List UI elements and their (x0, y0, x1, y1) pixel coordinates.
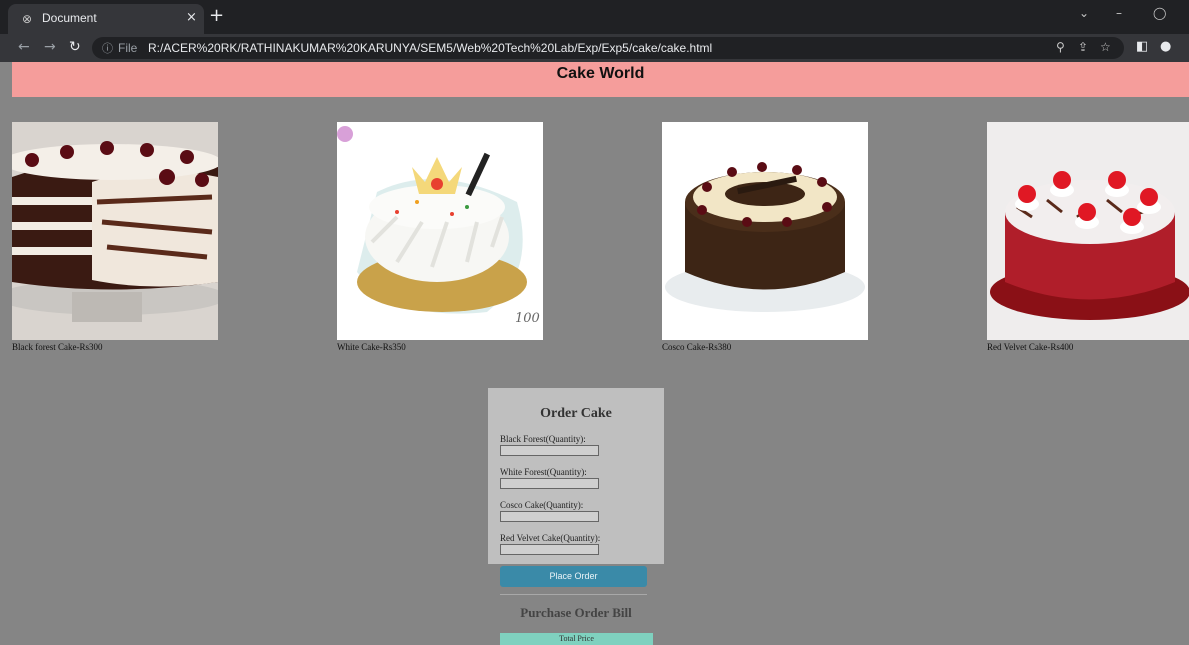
black-forest-cake-image (12, 122, 218, 340)
toolbar: ← → ↻ ⓘ File R:/ACER%20RK/RATHINAKUMAR%2… (0, 34, 1189, 62)
place-order-button[interactable]: Place Order (500, 566, 647, 587)
divider (500, 594, 647, 595)
share-icon[interactable]: ⇪ (1078, 40, 1088, 54)
reload-icon[interactable]: ↻ (69, 39, 81, 55)
back-icon[interactable]: ← (18, 39, 30, 55)
cake-card-red-velvet: Red Velvet Cake-Rs400 (987, 122, 1189, 352)
red-velvet-label: Red Velvet Cake(Quantity): (500, 533, 601, 543)
white-forest-field: White Forest(Quantity): (500, 467, 599, 489)
cake-caption: Red Velvet Cake-Rs400 (987, 342, 1074, 352)
cake-card-white: 100 White Cake-Rs350 (337, 122, 543, 352)
star-icon[interactable]: ☆ (1100, 40, 1111, 54)
page-title: Cake World (556, 65, 645, 82)
cosco-cake-field: Cosco Cake(Quantity): (500, 500, 599, 522)
url-scheme: File (118, 41, 138, 55)
total-price-label: Total Price (500, 633, 653, 645)
cosco-cake-label: Cosco Cake(Quantity): (500, 500, 584, 510)
cake-card-black-forest: Black forest Cake-Rs300 (12, 122, 218, 352)
info-icon[interactable]: ⓘ (102, 40, 113, 56)
chevron-down-icon[interactable]: ⌄ (1079, 6, 1089, 20)
tab-document[interactable]: ⊗ Document × (8, 4, 204, 34)
white-forest-quantity-input[interactable] (500, 478, 599, 489)
new-tab-icon[interactable]: + (209, 5, 224, 26)
white-forest-label: White Forest(Quantity): (500, 467, 587, 477)
cake-caption: Black forest Cake-Rs300 (12, 342, 103, 352)
forward-icon[interactable]: → (44, 39, 56, 55)
side-panel-icon[interactable]: ◧ (1136, 39, 1148, 54)
order-cake-form: Order Cake Black Forest(Quantity): White… (488, 388, 664, 564)
url-text[interactable]: R:/ACER%20RK/RATHINAKUMAR%20KARUNYA/SEM5… (148, 41, 712, 55)
page-body: Cake World Black forest Cake-Rs300 100 W… (6, 62, 1189, 645)
cosco-cake-quantity-input[interactable] (500, 511, 599, 522)
svg-text:100: 100 (515, 311, 540, 326)
red-velvet-field: Red Velvet Cake(Quantity): (500, 533, 600, 555)
cake-caption: Cosco Cake-Rs380 (662, 342, 732, 352)
black-forest-field: Black Forest(Quantity): (500, 434, 599, 456)
white-cake-image: 100 (337, 122, 543, 340)
tab-title: Document (42, 11, 97, 25)
profile-icon[interactable]: ● (1160, 39, 1171, 54)
address-bar[interactable]: ⓘ File R:/ACER%20RK/RATHINAKUMAR%20KARUN… (92, 37, 1124, 59)
red-velvet-quantity-input[interactable] (500, 544, 599, 555)
black-forest-quantity-input[interactable] (500, 445, 599, 456)
tab-strip: ⊗ Document × + ⌄ – ◯ (0, 0, 1189, 34)
minimize-icon[interactable]: – (1116, 6, 1122, 20)
cake-caption: White Cake-Rs350 (337, 342, 406, 352)
cosco-cake-image (662, 122, 868, 340)
globe-icon: ⊗ (22, 12, 33, 26)
red-velvet-cake-image (987, 122, 1189, 340)
order-cake-heading: Order Cake (540, 406, 612, 421)
cake-card-cosco: Cosco Cake-Rs380 (662, 122, 868, 352)
black-forest-label: Black Forest(Quantity): (500, 434, 586, 444)
purchase-order-bill-heading: Purchase Order Bill (520, 605, 632, 620)
tab-close-icon[interactable]: × (186, 10, 197, 25)
zoom-icon[interactable]: ⚲ (1056, 40, 1065, 54)
page-header: Cake World (12, 62, 1189, 97)
restore-icon[interactable]: ◯ (1153, 6, 1166, 20)
